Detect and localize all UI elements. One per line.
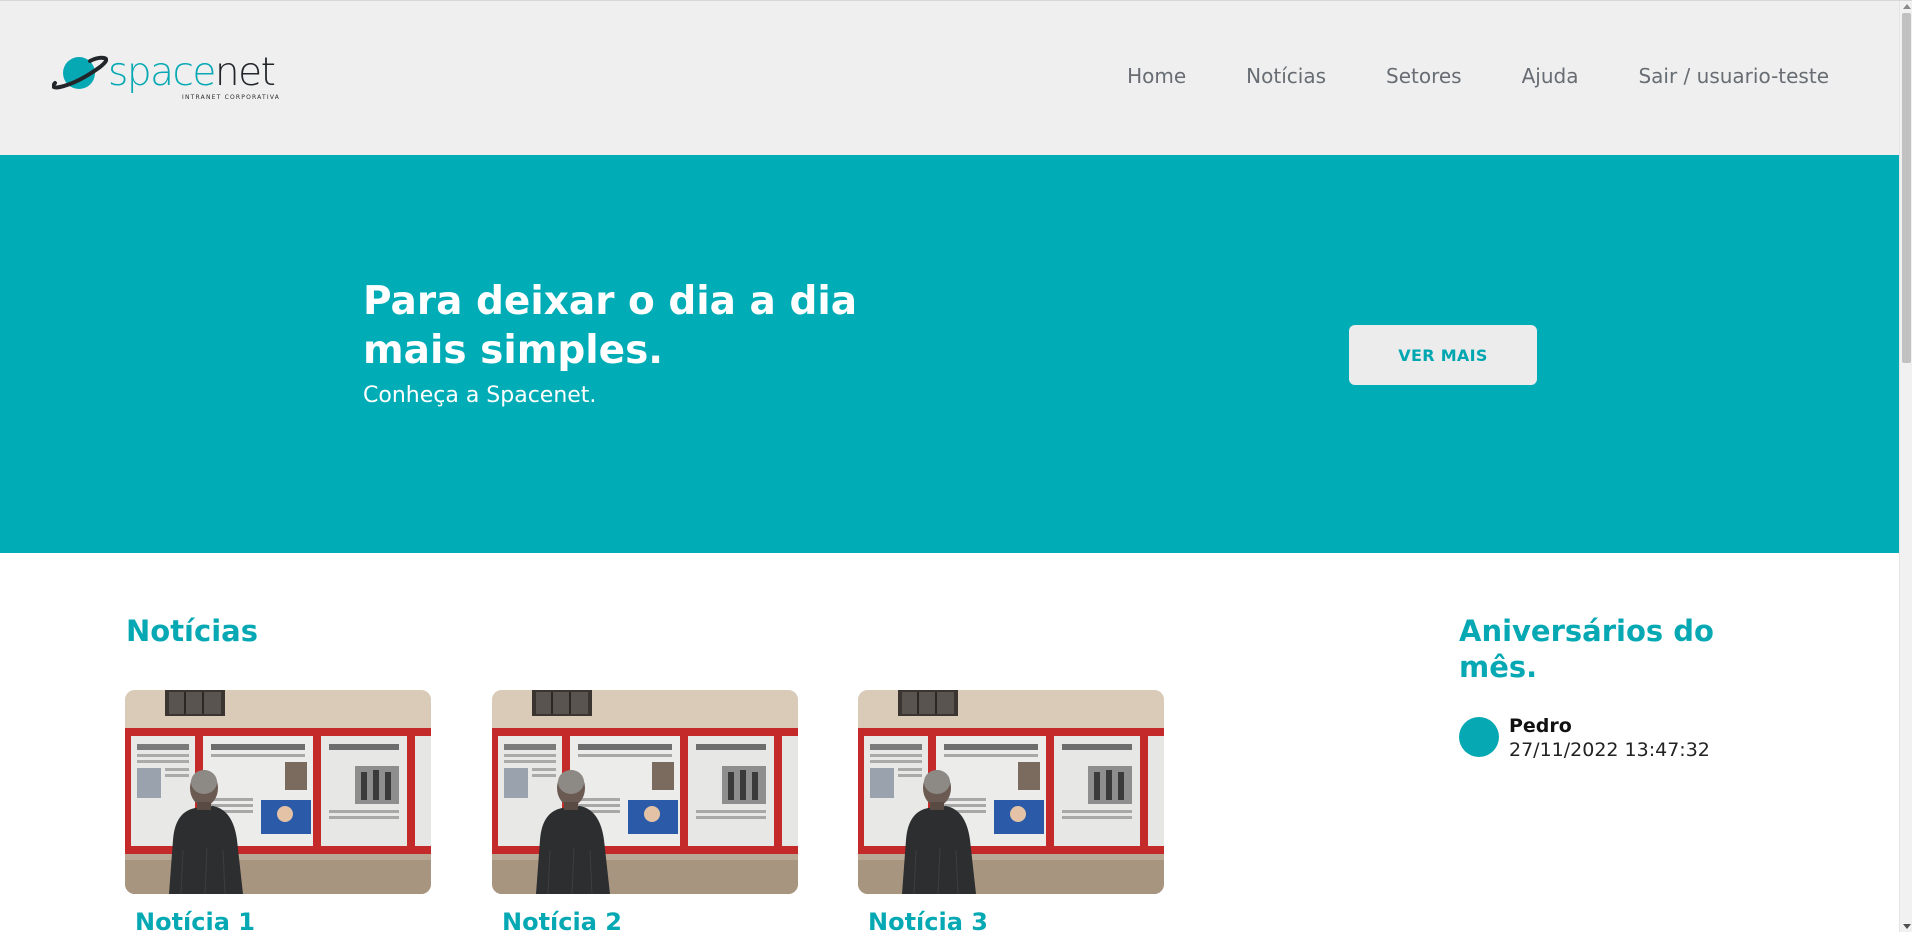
nav-logout[interactable]: Sair / usuario-teste bbox=[1638, 64, 1829, 88]
scroll-down-icon[interactable] bbox=[1903, 924, 1911, 929]
scroll-up-icon[interactable] bbox=[1903, 4, 1911, 9]
news-card[interactable]: Notícia 2 bbox=[492, 690, 798, 932]
birthday-date: 27/11/2022 13:47:32 bbox=[1509, 739, 1710, 761]
ver-mais-button[interactable]: VER MAIS bbox=[1349, 325, 1537, 385]
hero-title: Para deixar o dia a dia mais simples. bbox=[363, 279, 858, 373]
avatar bbox=[1459, 717, 1499, 757]
hero-subtitle: Conheça a Spacenet. bbox=[363, 383, 597, 408]
site-header: spacenet INTRANET CORPORATIVA Home Notíc… bbox=[0, 1, 1899, 155]
news-card-title[interactable]: Notícia 2 bbox=[502, 908, 798, 932]
scrollbar-thumb[interactable] bbox=[1902, 13, 1911, 363]
nav-noticias[interactable]: Notícias bbox=[1246, 64, 1326, 88]
vertical-scrollbar[interactable] bbox=[1899, 1, 1912, 932]
nav-home[interactable]: Home bbox=[1127, 64, 1186, 88]
birthday-name: Pedro bbox=[1509, 715, 1572, 737]
nav-ajuda[interactable]: Ajuda bbox=[1522, 64, 1579, 88]
hero-banner: Para deixar o dia a dia mais simples. Co… bbox=[0, 155, 1899, 553]
news-card[interactable]: Notícia 3 bbox=[858, 690, 1164, 932]
logo-wordmark: spacenet bbox=[108, 50, 276, 95]
logo-tagline: INTRANET CORPORATIVA bbox=[182, 94, 281, 101]
news-card[interactable]: Notícia 1 bbox=[125, 690, 431, 932]
news-card-title[interactable]: Notícia 3 bbox=[868, 908, 1164, 932]
main-nav: Home Notícias Setores Ajuda Sair / usuar… bbox=[1127, 64, 1829, 88]
spacenet-logo[interactable]: spacenet INTRANET CORPORATIVA bbox=[52, 50, 282, 105]
nav-setores[interactable]: Setores bbox=[1386, 64, 1462, 88]
birthdays-section-title: Aniversários do mês. bbox=[1459, 614, 1714, 684]
intranet-home-page: spacenet INTRANET CORPORATIVA Home Notíc… bbox=[0, 0, 1912, 932]
news-section-title: Notícias bbox=[126, 614, 258, 648]
news-image[interactable] bbox=[125, 690, 431, 894]
news-image[interactable] bbox=[858, 690, 1164, 894]
planet-logo-icon bbox=[52, 55, 108, 90]
news-image[interactable] bbox=[492, 690, 798, 894]
news-card-title[interactable]: Notícia 1 bbox=[135, 908, 431, 932]
